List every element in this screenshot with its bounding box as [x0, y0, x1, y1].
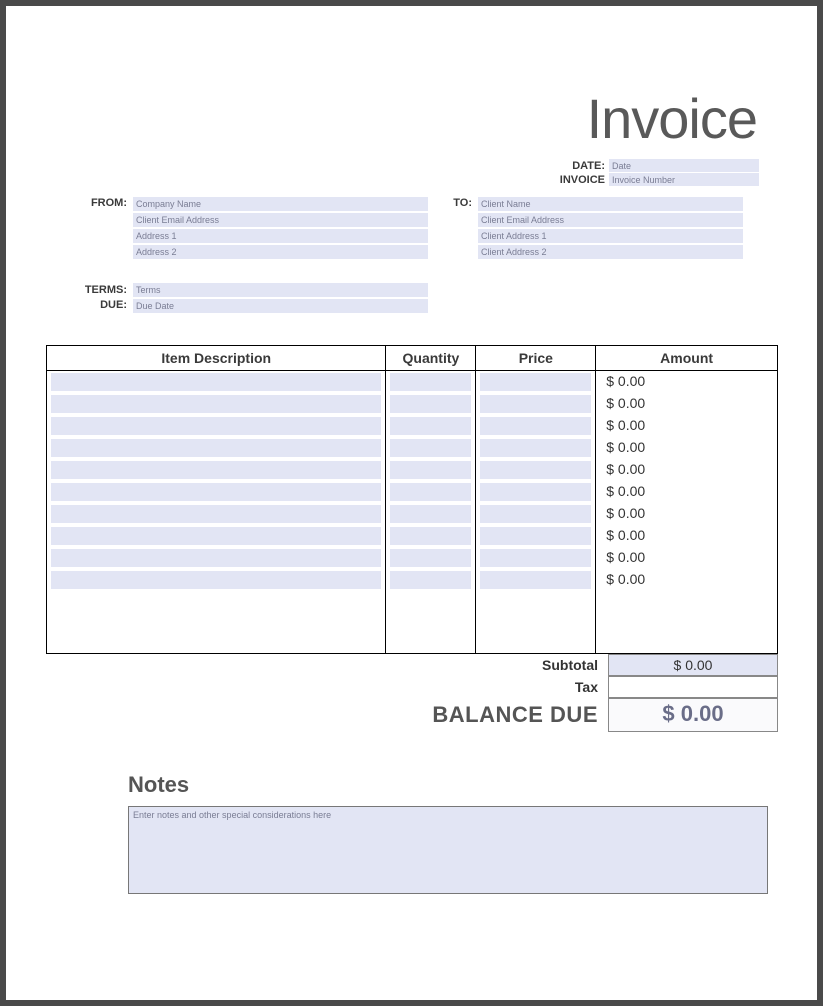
terms-labels: TERMS: DUE:: [81, 283, 127, 315]
balance-due-label: BALANCE DUE: [432, 698, 598, 732]
item-description-field[interactable]: [51, 373, 381, 391]
col-header-amount: Amount: [596, 346, 778, 371]
item-amount-value: $ 0.00: [596, 503, 777, 525]
item-description-field[interactable]: [51, 483, 381, 501]
col-header-price: Price: [476, 346, 596, 371]
item-description-field[interactable]: [51, 461, 381, 479]
from-block: FROM: Company Name Client Email Address …: [81, 197, 428, 261]
item-price-field[interactable]: [480, 395, 591, 413]
table-row: $ 0.00: [47, 569, 778, 591]
item-quantity-field[interactable]: [390, 439, 471, 457]
item-description-field[interactable]: [51, 549, 381, 567]
totals-labels: Subtotal Tax BALANCE DUE: [432, 654, 608, 732]
page-title: Invoice: [46, 86, 757, 151]
from-addr1-field[interactable]: Address 1: [133, 229, 428, 243]
meta-fields: Date Invoice Number: [609, 159, 759, 187]
terms-fields: Terms Due Date: [133, 283, 428, 315]
from-company-field[interactable]: Company Name: [133, 197, 428, 211]
item-description-field[interactable]: [51, 395, 381, 413]
item-description-field[interactable]: [51, 571, 381, 589]
table-row: $ 0.00: [47, 481, 778, 503]
meta-labels: DATE: INVOICE: [560, 159, 609, 187]
item-price-field[interactable]: [480, 571, 591, 589]
subtotal-value: $ 0.00: [608, 654, 778, 676]
totals-block: Subtotal Tax BALANCE DUE $ 0.00 $ 0.00: [46, 654, 778, 732]
to-addr1-field[interactable]: Client Address 1: [478, 229, 743, 243]
from-label: FROM:: [81, 197, 127, 261]
item-quantity-field[interactable]: [390, 483, 471, 501]
invoice-page: Invoice DATE: INVOICE Date Invoice Numbe…: [6, 6, 817, 1000]
col-header-quantity: Quantity: [386, 346, 476, 371]
to-name-field[interactable]: Client Name: [478, 197, 743, 211]
item-price-field[interactable]: [480, 527, 591, 545]
item-amount-value: $ 0.00: [596, 569, 777, 591]
item-amount-value: $ 0.00: [596, 437, 777, 459]
to-fields: Client Name Client Email Address Client …: [478, 197, 743, 261]
date-label: DATE:: [560, 159, 605, 173]
due-label: DUE:: [81, 298, 127, 313]
item-amount-value: $ 0.00: [596, 481, 777, 503]
to-label: TO:: [448, 197, 472, 261]
table-row: $ 0.00: [47, 459, 778, 481]
item-amount-value: $ 0.00: [596, 371, 777, 393]
col-header-description: Item Description: [47, 346, 386, 371]
item-quantity-field[interactable]: [390, 549, 471, 567]
invoice-number-field[interactable]: Invoice Number: [609, 173, 759, 186]
notes-textarea[interactable]: Enter notes and other special considerat…: [128, 806, 768, 894]
item-price-field[interactable]: [480, 439, 591, 457]
terms-field[interactable]: Terms: [133, 283, 428, 297]
item-description-field[interactable]: [51, 527, 381, 545]
items-table: Item Description Quantity Price Amount $…: [46, 345, 778, 654]
item-price-field[interactable]: [480, 373, 591, 391]
item-price-field[interactable]: [480, 549, 591, 567]
invoice-number-label: INVOICE: [560, 173, 605, 187]
table-row: $ 0.00: [47, 437, 778, 459]
table-row: $ 0.00: [47, 393, 778, 415]
parties: FROM: Company Name Client Email Address …: [46, 197, 777, 261]
item-amount-value: $ 0.00: [596, 459, 777, 481]
table-spacer-row: [47, 591, 778, 653]
from-fields: Company Name Client Email Address Addres…: [133, 197, 428, 261]
item-amount-value: $ 0.00: [596, 393, 777, 415]
item-price-field[interactable]: [480, 483, 591, 501]
table-row: $ 0.00: [47, 525, 778, 547]
table-row: $ 0.00: [47, 415, 778, 437]
item-amount-value: $ 0.00: [596, 415, 777, 437]
totals-values: $ 0.00 $ 0.00: [608, 654, 778, 732]
due-field[interactable]: Due Date: [133, 299, 428, 313]
to-addr2-field[interactable]: Client Address 2: [478, 245, 743, 259]
item-quantity-field[interactable]: [390, 395, 471, 413]
tax-label: Tax: [432, 676, 598, 698]
item-description-field[interactable]: [51, 417, 381, 435]
to-email-field[interactable]: Client Email Address: [478, 213, 743, 227]
terms-label: TERMS:: [81, 283, 127, 298]
subtotal-label: Subtotal: [432, 654, 598, 676]
item-price-field[interactable]: [480, 417, 591, 435]
tax-value[interactable]: [608, 676, 778, 698]
table-row: $ 0.00: [47, 371, 778, 394]
from-addr2-field[interactable]: Address 2: [133, 245, 428, 259]
item-amount-value: $ 0.00: [596, 547, 777, 569]
notes-heading: Notes: [128, 772, 777, 798]
table-header-row: Item Description Quantity Price Amount: [47, 346, 778, 371]
item-amount-value: $ 0.00: [596, 525, 777, 547]
meta-block: DATE: INVOICE Date Invoice Number: [46, 159, 759, 187]
item-price-field[interactable]: [480, 461, 591, 479]
from-email-field[interactable]: Client Email Address: [133, 213, 428, 227]
item-description-field[interactable]: [51, 439, 381, 457]
item-quantity-field[interactable]: [390, 527, 471, 545]
to-block: TO: Client Name Client Email Address Cli…: [448, 197, 743, 261]
item-description-field[interactable]: [51, 505, 381, 523]
item-quantity-field[interactable]: [390, 505, 471, 523]
item-quantity-field[interactable]: [390, 571, 471, 589]
table-row: $ 0.00: [47, 503, 778, 525]
terms-block: TERMS: DUE: Terms Due Date: [46, 283, 777, 315]
item-quantity-field[interactable]: [390, 461, 471, 479]
item-quantity-field[interactable]: [390, 373, 471, 391]
balance-due-value: $ 0.00: [608, 698, 778, 732]
date-field[interactable]: Date: [609, 159, 759, 172]
item-quantity-field[interactable]: [390, 417, 471, 435]
item-price-field[interactable]: [480, 505, 591, 523]
table-row: $ 0.00: [47, 547, 778, 569]
